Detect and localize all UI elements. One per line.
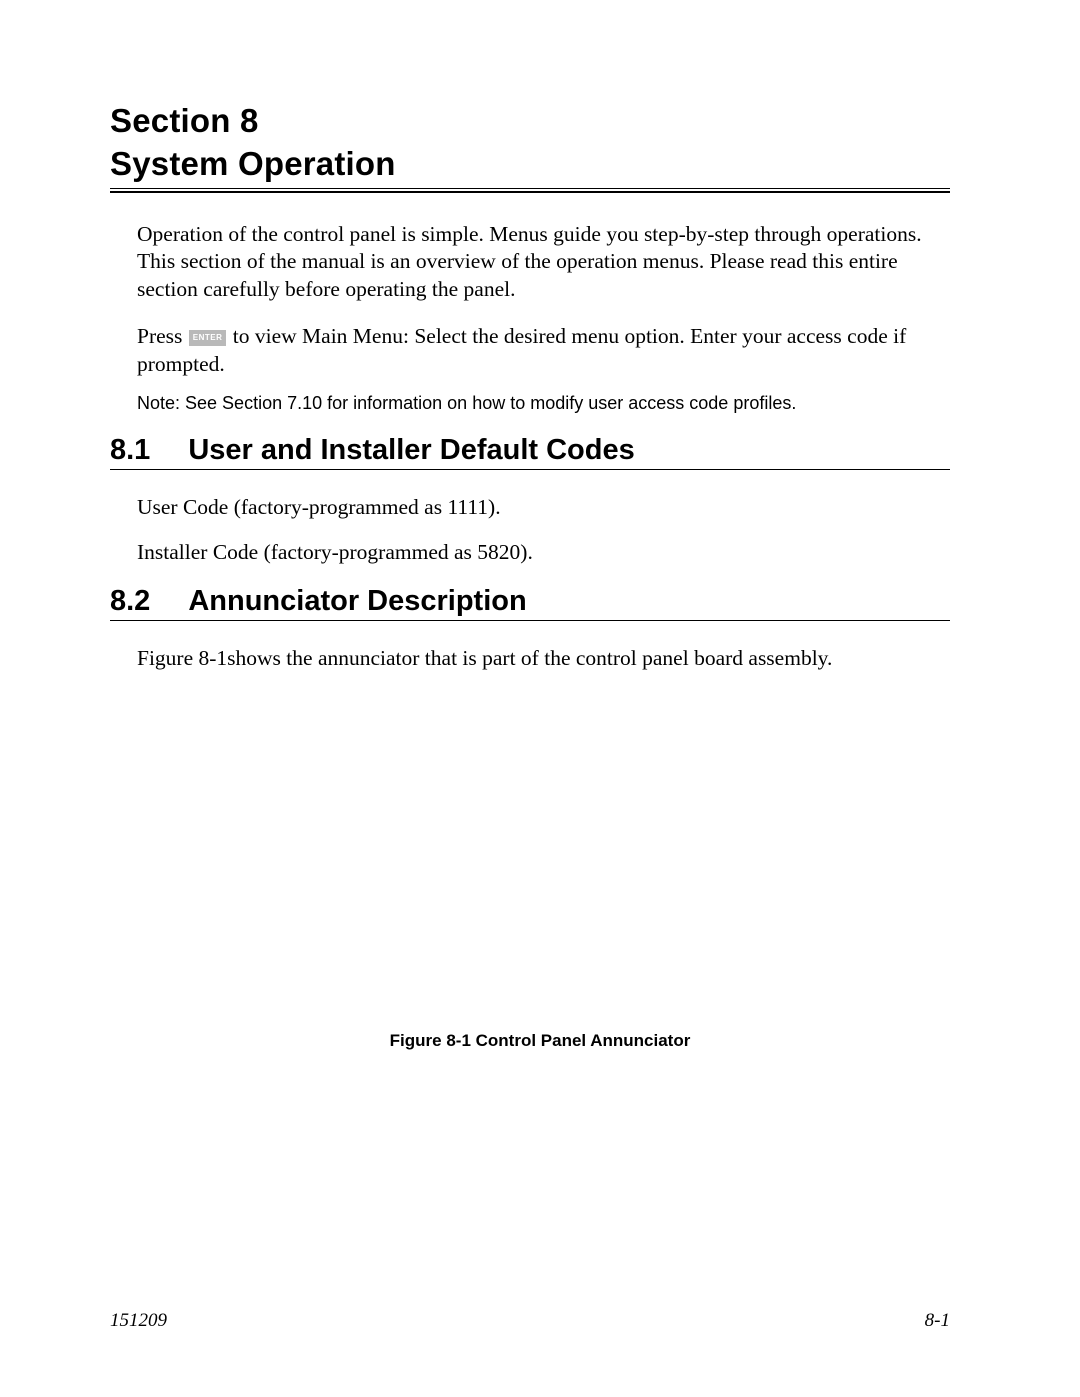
user-code-line: User Code (factory-programmed as 1111).: [137, 494, 950, 522]
page-footer: 151209 8-1: [110, 1310, 950, 1332]
subsection-8-1-header: 8.1 User and Installer Default Codes: [110, 434, 950, 470]
subsection-8-2-header: 8.2 Annunciator Description: [110, 585, 950, 621]
annunciator-intro: Figure 8-1shows the annunciator that is …: [137, 645, 950, 673]
figure-caption: Figure 8-1 Control Panel Annunciator: [0, 1031, 1080, 1051]
note-line: Note: See Section 7.10 for information o…: [137, 392, 945, 415]
installer-code-line: Installer Code (factory-programmed as 58…: [137, 539, 950, 567]
footer-page-number: 8-1: [925, 1310, 950, 1332]
subsection-8-1-number: 8.1: [110, 434, 150, 467]
intro-paragraph-1: Operation of the control panel is simple…: [137, 221, 945, 304]
section-title-line: System Operation: [110, 143, 950, 186]
subsection-8-1-title: User and Installer Default Codes: [188, 434, 634, 467]
document-page: Section 8 System Operation Operation of …: [0, 0, 1080, 1397]
intro-paragraph-2: Press ENTER to view Main Menu: Select th…: [137, 323, 945, 378]
press-prefix: Press: [137, 324, 188, 348]
section-number-line: Section 8: [110, 100, 950, 143]
enter-key-icon: ENTER: [189, 330, 227, 346]
subsection-8-2-title: Annunciator Description: [188, 585, 526, 618]
press-suffix: to view Main Menu: Select the desired me…: [137, 324, 906, 376]
section-header-rule: [110, 191, 950, 193]
subsection-8-2-number: 8.2: [110, 585, 150, 618]
footer-doc-number: 151209: [110, 1310, 167, 1332]
section-header: Section 8 System Operation: [110, 100, 950, 189]
